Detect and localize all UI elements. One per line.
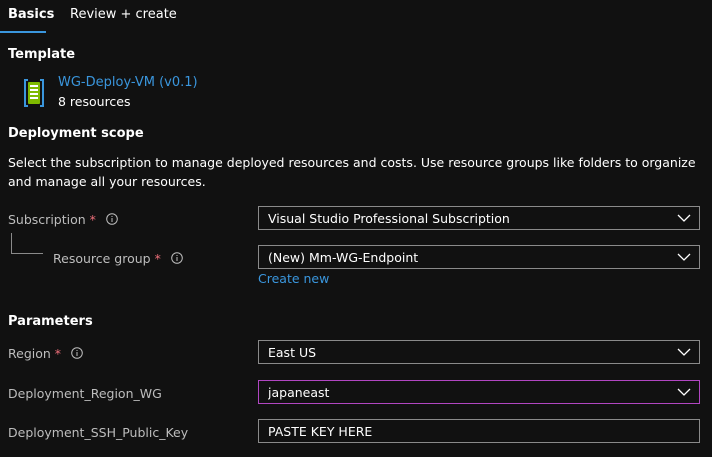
subscription-label-text: Subscription <box>8 211 86 227</box>
required-asterisk: * <box>154 250 161 266</box>
required-asterisk: * <box>89 211 96 227</box>
tab-bar: Basics Review + create <box>0 0 712 34</box>
create-new-resource-group-link[interactable]: Create new <box>258 271 329 286</box>
resource-group-label: Resource group * <box>53 249 183 267</box>
template-name-link[interactable]: WG-Deploy-VM (v0.1) <box>58 75 198 90</box>
resource-group-dropdown[interactable]: (New) Mm-WG-Endpoint <box>258 245 700 269</box>
parameters-heading: Parameters <box>8 314 93 329</box>
resource-group-label-text: Resource group <box>53 250 151 266</box>
deployment-region-wg-value: japaneast <box>268 384 330 400</box>
tree-connector-vertical <box>11 233 12 254</box>
chevron-down-icon <box>675 209 693 227</box>
chevron-down-icon <box>675 343 693 361</box>
info-icon[interactable] <box>171 252 183 264</box>
tab-basics[interactable]: Basics <box>8 7 54 33</box>
deployment-region-wg-label: Deployment_Region_WG <box>8 384 162 402</box>
template-heading: Template <box>8 47 76 62</box>
info-icon[interactable] <box>71 347 83 359</box>
template-resource-count: 8 resources <box>58 94 131 109</box>
subscription-value: Visual Studio Professional Subscription <box>268 210 510 226</box>
deployment-ssh-public-key-input[interactable] <box>258 419 700 443</box>
deployment-form: Basics Review + create Template WG-Deplo… <box>0 0 712 457</box>
deployment-region-wg-dropdown[interactable]: japaneast <box>258 380 700 404</box>
required-asterisk: * <box>54 345 62 361</box>
resource-group-value: (New) Mm-WG-Endpoint <box>268 249 419 265</box>
subscription-dropdown[interactable]: Visual Studio Professional Subscription <box>258 206 700 230</box>
tree-connector-horizontal <box>11 253 43 254</box>
template-icon <box>21 77 47 109</box>
deployment-scope-description: Select the subscription to manage deploy… <box>8 155 696 189</box>
tab-review-create[interactable]: Review + create <box>70 7 177 33</box>
region-dropdown[interactable]: East US <box>258 340 700 364</box>
deployment-region-wg-label-text: Deployment_Region_WG <box>8 385 162 401</box>
region-value: East US <box>268 344 317 360</box>
deployment-scope-heading: Deployment scope <box>8 126 144 141</box>
region-label: Region * <box>8 344 83 362</box>
info-icon[interactable] <box>106 213 118 225</box>
subscription-label: Subscription * <box>8 210 118 228</box>
deployment-ssh-public-key-label-text: Deployment_SSH_Public_Key <box>8 424 189 440</box>
chevron-down-icon <box>675 248 693 266</box>
region-label-text: Region <box>8 345 51 361</box>
deployment-ssh-public-key-label: Deployment_SSH_Public_Key <box>8 423 188 441</box>
active-tab-indicator <box>0 31 46 33</box>
chevron-down-icon <box>675 383 693 401</box>
